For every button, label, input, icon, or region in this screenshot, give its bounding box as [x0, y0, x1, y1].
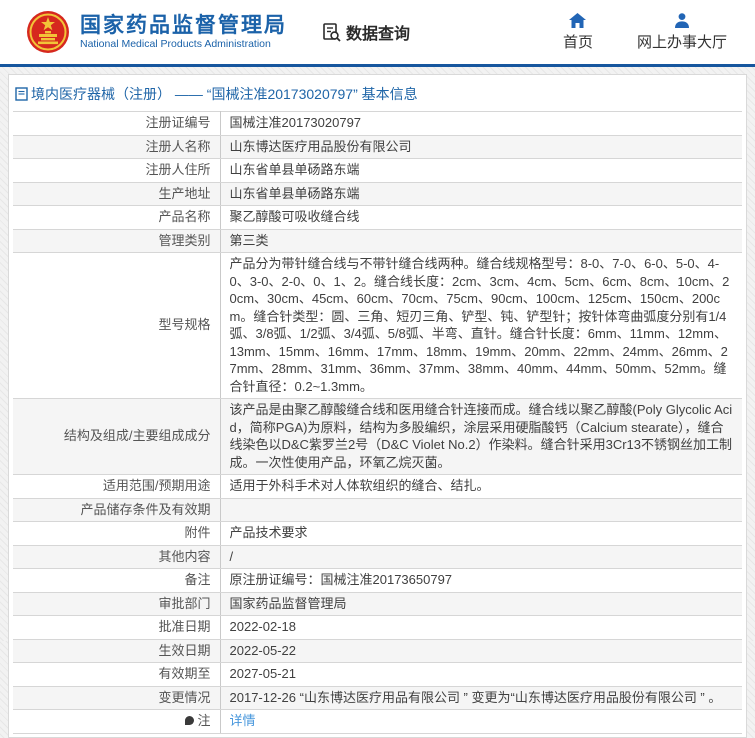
row-label: 结构及组成/主要组成成分 — [13, 399, 220, 475]
nav-home[interactable]: 首页 — [563, 13, 593, 52]
table-row: 注详情 — [13, 710, 742, 734]
site-title: 国家药品监督管理局 — [80, 14, 287, 38]
row-label: 注册人住所 — [13, 159, 220, 183]
page-icon — [15, 87, 28, 101]
table-row: 有效期至2027-05-21 — [13, 663, 742, 687]
person-icon — [674, 13, 690, 28]
row-label: 备注 — [13, 569, 220, 593]
breadcrumb-text: 境内医疗器械（注册） —— “国械注准20173020797” 基本信息 — [31, 84, 418, 104]
site-header: 国家药品监督管理局 National Medical Products Admi… — [0, 0, 755, 67]
row-value: 2027-05-21 — [220, 663, 742, 687]
site-subtitle: National Medical Products Administration — [80, 38, 287, 51]
row-value: 产品技术要求 — [220, 522, 742, 546]
national-emblem-icon — [26, 10, 70, 54]
row-value: 山东博达医疗用品股份有限公司 — [220, 135, 742, 159]
table-row: 生产地址山东省单县单砀路东端 — [13, 182, 742, 206]
table-row: 审批部门国家药品监督管理局 — [13, 592, 742, 616]
table-row: 产品名称聚乙醇酸可吸收缝合线 — [13, 206, 742, 230]
row-label: 型号规格 — [13, 253, 220, 399]
row-label: 附件 — [13, 522, 220, 546]
table-row: 管理类别第三类 — [13, 229, 742, 253]
row-value: 原注册证编号：国械注准20173650797 — [220, 569, 742, 593]
row-value — [220, 498, 742, 522]
note-pin-icon — [185, 716, 194, 725]
table-row: 注册证编号国械注准20173020797 — [13, 112, 742, 136]
row-value: 产品分为带针缝合线与不带针缝合线两种。缝合线规格型号：8-0、7-0、6-0、5… — [220, 253, 742, 399]
row-label: 批准日期 — [13, 616, 220, 640]
table-row: 型号规格产品分为带针缝合线与不带针缝合线两种。缝合线规格型号：8-0、7-0、6… — [13, 253, 742, 399]
table-row: 适用范围/预期用途适用于外科手术对人体软组织的缝合、结扎。 — [13, 475, 742, 499]
breadcrumb: 境内医疗器械（注册） —— “国械注准20173020797” 基本信息 — [9, 75, 746, 111]
data-query-label: 数据查询 — [346, 20, 410, 44]
row-label: 其他内容 — [13, 545, 220, 569]
table-row: 产品储存条件及有效期 — [13, 498, 742, 522]
table-row: 备注原注册证编号：国械注准20173650797 — [13, 569, 742, 593]
details-link[interactable]: 详情 — [230, 713, 256, 728]
nav-home-label: 首页 — [563, 31, 593, 52]
row-value: 第三类 — [220, 229, 742, 253]
row-label: 产品储存条件及有效期 — [13, 498, 220, 522]
site-logo[interactable]: 国家药品监督管理局 National Medical Products Admi… — [26, 10, 287, 54]
row-value: 该产品是由聚乙醇酸缝合线和医用缝合针连接而成。缝合线以聚乙醇酸(Poly Gly… — [220, 399, 742, 475]
row-label: 有效期至 — [13, 663, 220, 687]
row-value: 山东省单县单砀路东端 — [220, 159, 742, 183]
row-value: / — [220, 545, 742, 569]
table-row: 变更情况2017-12-26 “山东博达医疗用品有限公司 ” 变更为“山东博达医… — [13, 686, 742, 710]
row-value: 国家药品监督管理局 — [220, 592, 742, 616]
row-label: 注册证编号 — [13, 112, 220, 136]
row-value: 聚乙醇酸可吸收缝合线 — [220, 206, 742, 230]
row-value: 国械注准20173020797 — [220, 112, 742, 136]
nav-online-hall-label: 网上办事大厅 — [637, 31, 727, 52]
row-label: 管理类别 — [13, 229, 220, 253]
table-row: 注册人名称山东博达医疗用品股份有限公司 — [13, 135, 742, 159]
row-label: 生效日期 — [13, 639, 220, 663]
row-label: 适用范围/预期用途 — [13, 475, 220, 499]
row-label: 生产地址 — [13, 182, 220, 206]
row-label: 变更情况 — [13, 686, 220, 710]
row-value: 2022-05-22 — [220, 639, 742, 663]
table-row: 批准日期2022-02-18 — [13, 616, 742, 640]
row-value: 山东省单县单砀路东端 — [220, 182, 742, 206]
table-row: 附件产品技术要求 — [13, 522, 742, 546]
row-value: 详情 — [220, 710, 742, 734]
row-value: 2022-02-18 — [220, 616, 742, 640]
row-value: 2017-12-26 “山东博达医疗用品有限公司 ” 变更为“山东博达医疗用品股… — [220, 686, 742, 710]
row-label: 注 — [13, 710, 220, 734]
row-label: 注册人名称 — [13, 135, 220, 159]
row-label: 产品名称 — [13, 206, 220, 230]
row-label: 审批部门 — [13, 592, 220, 616]
content-panel: 境内医疗器械（注册） —— “国械注准20173020797” 基本信息 注册证… — [8, 74, 747, 738]
table-row: 生效日期2022-05-22 — [13, 639, 742, 663]
document-search-icon — [321, 22, 342, 43]
row-value: 适用于外科手术对人体软组织的缝合、结扎。 — [220, 475, 742, 499]
table-row: 注册人住所山东省单县单砀路东端 — [13, 159, 742, 183]
home-icon — [569, 13, 586, 28]
nav-online-hall[interactable]: 网上办事大厅 — [637, 13, 727, 52]
table-row: 其他内容/ — [13, 545, 742, 569]
registration-info-table: 注册证编号国械注准20173020797注册人名称山东博达医疗用品股份有限公司注… — [13, 111, 742, 734]
table-row: 结构及组成/主要组成成分该产品是由聚乙醇酸缝合线和医用缝合针连接而成。缝合线以聚… — [13, 399, 742, 475]
data-query-button[interactable]: 数据查询 — [321, 20, 410, 44]
